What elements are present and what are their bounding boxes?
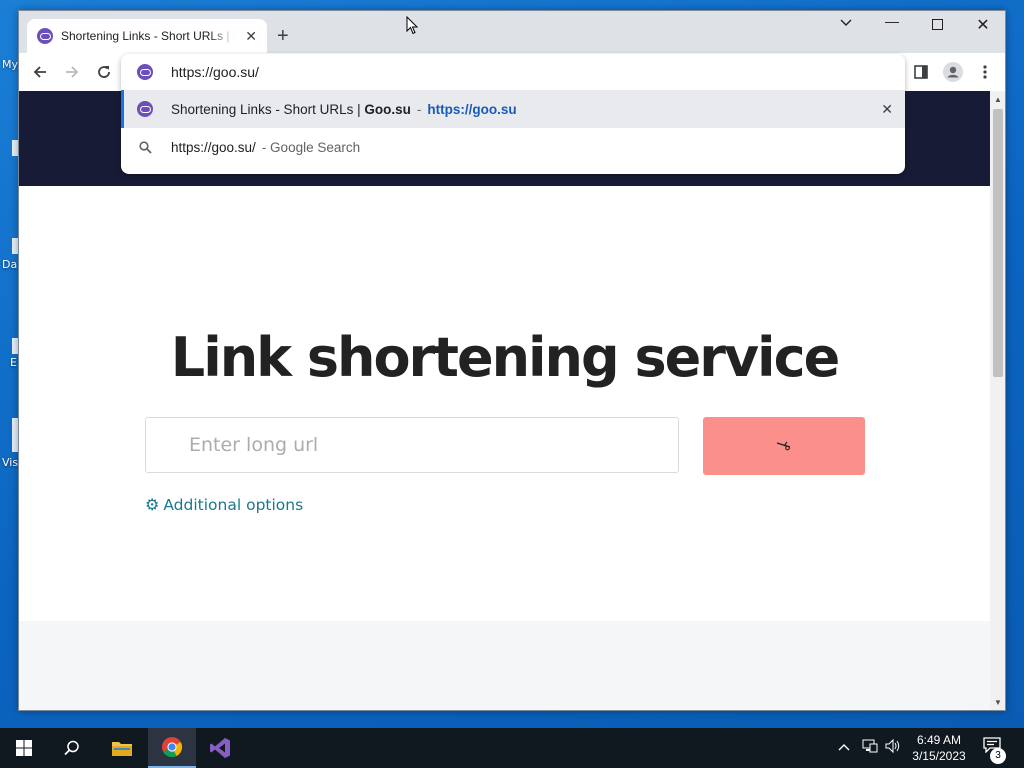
scroll-up-icon[interactable]: ▲ <box>994 95 1002 104</box>
page-title: Link shortening service <box>170 326 840 389</box>
omnibox <box>121 54 905 90</box>
taskbar: 6:49 AM 3/15/2023 3 <box>0 728 1024 768</box>
maximize-button[interactable] <box>922 17 952 33</box>
address-bar-input[interactable] <box>171 64 771 80</box>
shorten-button[interactable] <box>703 417 865 475</box>
additional-options-link[interactable]: ⚙ Additional options <box>145 495 303 514</box>
kebab-menu-icon[interactable] <box>973 60 997 84</box>
vertical-scrollbar[interactable]: ▲ ▼ <box>990 91 1005 710</box>
clock-date: 3/15/2023 <box>912 749 966 763</box>
suggestion-query: https://goo.su/ <box>171 139 256 155</box>
new-tab-button[interactable]: + <box>277 25 289 47</box>
side-panel-icon[interactable] <box>909 60 933 84</box>
suggestion-title: Shortening Links - Short URLs | Goo.su - h… <box>171 102 517 117</box>
suggestion-title-bold: Goo.su <box>364 101 411 117</box>
back-arrow-icon[interactable] <box>28 61 52 83</box>
gears-icon: ⚙ <box>145 495 160 514</box>
scroll-down-icon[interactable]: ▼ <box>994 698 1002 707</box>
suggestion-url: https://goo.su <box>427 101 517 117</box>
search-icon <box>137 140 153 154</box>
mouse-cursor-icon <box>406 15 419 40</box>
link-favicon-icon <box>137 64 153 80</box>
browser-tab[interactable]: Shortening Links - Short URLs | Goo.su ✕ <box>27 19 267 53</box>
page-footer-section <box>19 621 990 710</box>
omnibox-dropdown: Shortening Links - Short URLs | Goo.su-h… <box>121 54 905 174</box>
clock-time: 6:49 AM <box>916 733 962 747</box>
close-window-button[interactable]: ✕ <box>968 15 998 35</box>
tab-title: Shortening Links - Short URLs | Goo.su <box>61 29 235 43</box>
scissors-icon <box>776 439 792 454</box>
suggestion-title-text: Shortening Links - Short URLs | <box>171 101 365 117</box>
visual-studio-icon[interactable] <box>196 728 244 768</box>
search-icon[interactable] <box>48 728 96 768</box>
tab-search-chevron-icon[interactable] <box>831 15 861 31</box>
desktop-icon-label[interactable]: Vis <box>2 456 18 469</box>
start-windows-icon[interactable] <box>0 728 48 768</box>
system-clock[interactable]: 6:49 AM 3/15/2023 <box>904 732 974 764</box>
additional-options-label: Additional options <box>163 495 304 514</box>
tab-strip: Shortening Links - Short URLs | Goo.su ✕… <box>19 11 1005 53</box>
remove-suggestion-close-icon[interactable]: ✕ <box>881 101 893 118</box>
tab-close-icon[interactable]: ✕ <box>245 28 257 45</box>
suggestion-separator: - <box>416 101 422 117</box>
show-hidden-icons-chevron-icon[interactable] <box>838 739 850 755</box>
browser-window: Shortening Links - Short URLs | Goo.su ✕… <box>18 10 1006 711</box>
page-content: Link shortening service ⚙ Additional opt… <box>19 91 990 710</box>
volume-speaker-icon[interactable] <box>885 738 901 757</box>
suggestion-suffix: - Google Search <box>261 139 361 155</box>
profile-avatar-icon[interactable] <box>941 60 965 84</box>
scrollbar-thumb[interactable] <box>993 109 1003 377</box>
minimize-button[interactable]: — <box>877 13 907 29</box>
desktop-icon-label[interactable]: E <box>10 356 17 369</box>
forward-arrow-icon[interactable] <box>60 61 84 83</box>
suggestion-search-item[interactable]: https://goo.su/ - Google Search <box>121 128 905 166</box>
file-explorer-folder-icon[interactable] <box>98 728 146 768</box>
desktop-icon-label[interactable]: My <box>2 58 18 71</box>
long-url-input[interactable] <box>145 417 679 473</box>
link-favicon-icon <box>37 28 53 44</box>
desktop-icon-label[interactable]: Da <box>2 258 17 271</box>
notification-count-badge: 3 <box>990 748 1006 764</box>
link-favicon-icon <box>137 101 153 117</box>
chrome-browser-icon[interactable] <box>148 728 196 768</box>
network-icon[interactable] <box>862 738 878 757</box>
suggestion-history-item[interactable]: Shortening Links - Short URLs | Goo.su - h… <box>121 90 905 128</box>
reload-icon[interactable] <box>92 61 116 83</box>
